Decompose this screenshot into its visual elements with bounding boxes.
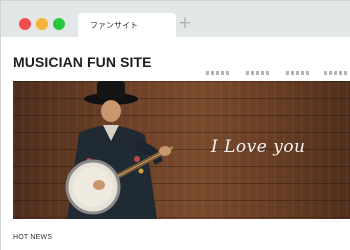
tab-title: ファンサイト [90,21,138,30]
hero-banner: I Love you [13,81,350,219]
minimize-window-button[interactable] [36,18,48,30]
maximize-window-button[interactable] [53,18,65,30]
browser-window: ファンサイト + MUSICIAN FUN SITE I Love you HO… [0,0,350,250]
nav-item-3[interactable] [286,71,311,75]
tab-bar: ファンサイト + [1,1,350,38]
nav-item-2[interactable] [246,71,271,75]
hot-news-heading: HOT NEWS [13,234,53,241]
nav-item-1[interactable] [206,71,231,75]
new-tab-plus-icon[interactable]: + [177,13,193,33]
browser-tab[interactable]: ファンサイト [78,13,176,38]
site-title: MUSICIAN FUN SITE [13,54,152,70]
hero-love-text: I Love you [211,137,306,157]
banjo-player-illustration [65,81,175,219]
site-nav [206,71,350,76]
nav-item-4[interactable] [324,71,349,75]
close-window-button[interactable] [19,18,31,30]
